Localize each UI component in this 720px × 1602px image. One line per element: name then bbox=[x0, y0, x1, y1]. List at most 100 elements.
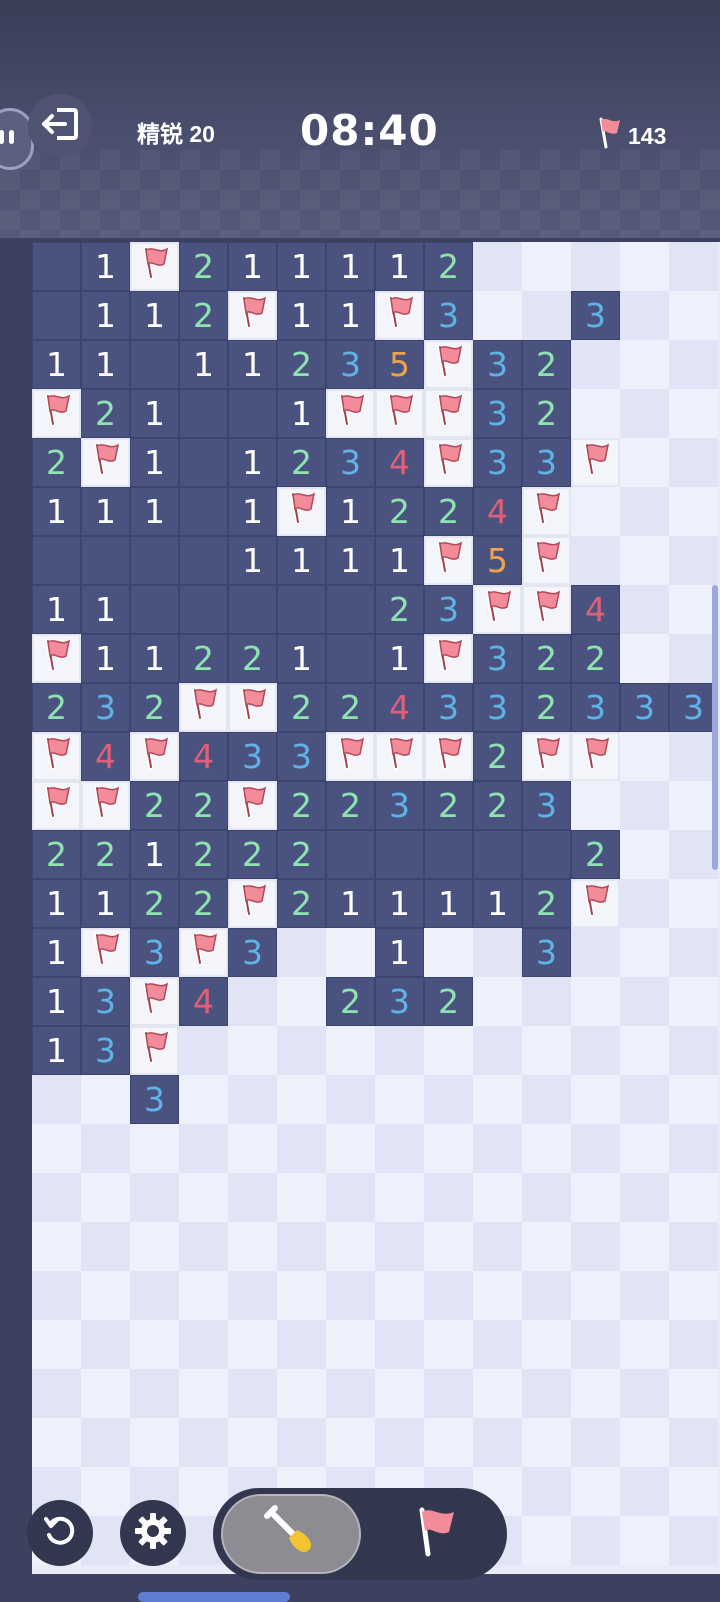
open-cell[interactable] bbox=[473, 830, 522, 879]
hidden-cell[interactable] bbox=[326, 1369, 375, 1418]
number-cell[interactable]: 2 bbox=[522, 389, 571, 438]
flagged-cell[interactable] bbox=[130, 732, 179, 781]
hidden-cell[interactable] bbox=[228, 1418, 277, 1467]
hidden-cell[interactable] bbox=[179, 1320, 228, 1369]
hidden-cell[interactable] bbox=[571, 1124, 620, 1173]
number-cell[interactable]: 1 bbox=[81, 340, 130, 389]
flagged-cell[interactable] bbox=[375, 732, 424, 781]
number-cell[interactable]: 3 bbox=[228, 928, 277, 977]
number-cell[interactable]: 1 bbox=[228, 438, 277, 487]
hidden-cell[interactable] bbox=[277, 1320, 326, 1369]
open-cell[interactable] bbox=[228, 585, 277, 634]
hidden-cell[interactable] bbox=[81, 1222, 130, 1271]
number-cell[interactable]: 2 bbox=[277, 683, 326, 732]
hidden-cell[interactable] bbox=[32, 1173, 81, 1222]
hidden-cell[interactable] bbox=[130, 1369, 179, 1418]
flagged-cell[interactable] bbox=[228, 683, 277, 732]
hidden-cell[interactable] bbox=[473, 1418, 522, 1467]
flagged-cell[interactable] bbox=[424, 340, 473, 389]
number-cell[interactable]: 1 bbox=[179, 340, 228, 389]
hidden-cell[interactable] bbox=[522, 1075, 571, 1124]
number-cell[interactable]: 2 bbox=[473, 732, 522, 781]
hidden-cell[interactable] bbox=[277, 1173, 326, 1222]
number-cell[interactable]: 1 bbox=[81, 291, 130, 340]
hidden-cell[interactable] bbox=[669, 830, 718, 879]
hidden-cell[interactable] bbox=[228, 1026, 277, 1075]
number-cell[interactable]: 1 bbox=[32, 977, 81, 1026]
hidden-cell[interactable] bbox=[620, 1271, 669, 1320]
number-cell[interactable]: 2 bbox=[375, 585, 424, 634]
hidden-cell[interactable] bbox=[179, 1026, 228, 1075]
hidden-cell[interactable] bbox=[620, 879, 669, 928]
hidden-cell[interactable] bbox=[81, 1271, 130, 1320]
hidden-cell[interactable] bbox=[669, 1418, 718, 1467]
number-cell[interactable]: 5 bbox=[473, 536, 522, 585]
number-cell[interactable]: 1 bbox=[32, 879, 81, 928]
number-cell[interactable]: 1 bbox=[130, 291, 179, 340]
hidden-cell[interactable] bbox=[669, 487, 718, 536]
open-cell[interactable] bbox=[81, 536, 130, 585]
hidden-cell[interactable] bbox=[669, 1124, 718, 1173]
number-cell[interactable]: 3 bbox=[473, 340, 522, 389]
hidden-cell[interactable] bbox=[130, 1222, 179, 1271]
hidden-cell[interactable] bbox=[522, 1026, 571, 1075]
flagged-cell[interactable] bbox=[228, 781, 277, 830]
open-cell[interactable] bbox=[130, 340, 179, 389]
flagged-cell[interactable] bbox=[228, 291, 277, 340]
hidden-cell[interactable] bbox=[179, 1369, 228, 1418]
hidden-cell[interactable] bbox=[375, 1418, 424, 1467]
number-cell[interactable]: 1 bbox=[228, 242, 277, 291]
hidden-cell[interactable] bbox=[620, 1369, 669, 1418]
hidden-cell[interactable] bbox=[522, 1173, 571, 1222]
number-cell[interactable]: 1 bbox=[130, 487, 179, 536]
hidden-cell[interactable] bbox=[669, 291, 718, 340]
hidden-cell[interactable] bbox=[522, 1418, 571, 1467]
hidden-cell[interactable] bbox=[669, 732, 718, 781]
hidden-cell[interactable] bbox=[375, 1320, 424, 1369]
hidden-cell[interactable] bbox=[32, 1369, 81, 1418]
number-cell[interactable]: 1 bbox=[375, 536, 424, 585]
flagged-cell[interactable] bbox=[32, 781, 81, 830]
number-cell[interactable]: 2 bbox=[522, 340, 571, 389]
game-board[interactable]: 1211112112113311112353221132211234331111… bbox=[32, 242, 720, 1574]
flagged-cell[interactable] bbox=[32, 389, 81, 438]
board-scrollbar[interactable] bbox=[712, 585, 718, 870]
number-cell[interactable]: 1 bbox=[375, 879, 424, 928]
number-cell[interactable]: 1 bbox=[32, 585, 81, 634]
flagged-cell[interactable] bbox=[571, 879, 620, 928]
flagged-cell[interactable] bbox=[473, 585, 522, 634]
number-cell[interactable]: 3 bbox=[81, 683, 130, 732]
hidden-cell[interactable] bbox=[326, 1271, 375, 1320]
hidden-cell[interactable] bbox=[277, 1418, 326, 1467]
hidden-cell[interactable] bbox=[228, 1320, 277, 1369]
number-cell[interactable]: 1 bbox=[277, 634, 326, 683]
flagged-cell[interactable] bbox=[130, 242, 179, 291]
number-cell[interactable]: 1 bbox=[277, 291, 326, 340]
hidden-cell[interactable] bbox=[669, 1075, 718, 1124]
hidden-cell[interactable] bbox=[277, 1124, 326, 1173]
hidden-cell[interactable] bbox=[32, 1418, 81, 1467]
hidden-cell[interactable] bbox=[326, 928, 375, 977]
hidden-cell[interactable] bbox=[375, 1271, 424, 1320]
number-cell[interactable]: 2 bbox=[522, 683, 571, 732]
hidden-cell[interactable] bbox=[277, 928, 326, 977]
number-cell[interactable]: 3 bbox=[81, 977, 130, 1026]
number-cell[interactable]: 2 bbox=[424, 242, 473, 291]
hidden-cell[interactable] bbox=[620, 830, 669, 879]
hidden-cell[interactable] bbox=[473, 1271, 522, 1320]
flag-tool-button[interactable] bbox=[373, 1494, 499, 1574]
hidden-cell[interactable] bbox=[620, 487, 669, 536]
hidden-cell[interactable] bbox=[473, 1124, 522, 1173]
hidden-cell[interactable] bbox=[522, 291, 571, 340]
number-cell[interactable]: 1 bbox=[375, 242, 424, 291]
number-cell[interactable]: 1 bbox=[277, 242, 326, 291]
flagged-cell[interactable] bbox=[522, 487, 571, 536]
open-cell[interactable] bbox=[326, 830, 375, 879]
number-cell[interactable]: 2 bbox=[571, 830, 620, 879]
number-cell[interactable]: 2 bbox=[375, 487, 424, 536]
hidden-cell[interactable] bbox=[81, 1075, 130, 1124]
number-cell[interactable]: 2 bbox=[32, 830, 81, 879]
hidden-cell[interactable] bbox=[522, 1467, 571, 1516]
number-cell[interactable]: 2 bbox=[32, 438, 81, 487]
number-cell[interactable]: 1 bbox=[228, 340, 277, 389]
